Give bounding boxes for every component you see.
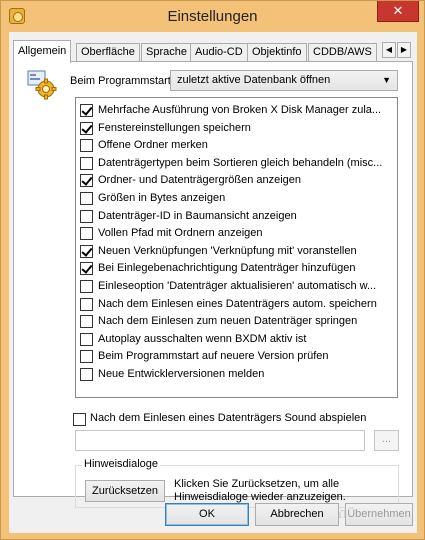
hints-group-title: Hinweisdialoge (82, 458, 160, 470)
tab-cddb-aws[interactable]: CDDB/AWS (308, 43, 377, 62)
tab-scroll-left-icon[interactable]: ◀ (382, 42, 396, 58)
option-checkbox[interactable] (80, 350, 93, 364)
settings-gear-icon (27, 70, 57, 100)
option-row[interactable]: Nach dem Einlesen zum neuen Datenträger … (80, 313, 396, 330)
option-checkbox[interactable] (80, 368, 93, 381)
tab-scroll-right-icon[interactable]: ▶ (397, 42, 411, 58)
option-row[interactable]: Größen in Bytes anzeigen (80, 190, 396, 207)
option-row[interactable]: Vollen Pfad mit Ordnern anzeigen (80, 225, 396, 242)
option-checkbox[interactable] (80, 280, 93, 293)
option-label: Fenstereinstellungen speichern (98, 121, 251, 134)
option-row[interactable]: Autoplay ausschalten wenn BXDM aktiv ist (80, 331, 396, 348)
option-checkbox[interactable] (80, 121, 93, 135)
dialog-client-area: Allgemein Oberfläche Sprache Audio-CD Ob… (9, 32, 417, 533)
ok-button[interactable]: OK (165, 503, 249, 526)
option-row[interactable]: Nach dem Einlesen eines Datenträgers aut… (80, 296, 396, 313)
option-label: Größen in Bytes anzeigen (98, 192, 226, 204)
option-checkbox[interactable] (80, 174, 93, 188)
reset-description: Klicken Sie Zurücksetzen, um alle Hinwei… (174, 478, 346, 503)
option-checkbox[interactable] (80, 227, 93, 241)
option-row[interactable]: Datenträgertypen beim Sortieren gleich b… (80, 155, 396, 172)
option-row[interactable]: Neuen Verknüpfungen 'Verknüpfung mit' vo… (80, 243, 396, 260)
option-row[interactable]: Ordner- und Datenträgergrößen anzeigen (80, 172, 396, 189)
reset-button[interactable]: Zurücksetzen (85, 480, 165, 502)
general-tab-panel: Beim Programmstart: zuletzt aktive Daten… (13, 61, 413, 521)
option-checkbox[interactable] (80, 262, 93, 276)
option-checkbox[interactable] (80, 209, 93, 223)
tab-oberflaeche[interactable]: Oberfläche (76, 43, 140, 62)
option-row[interactable]: Datenträger-ID in Baumansicht anzeigen (80, 208, 396, 225)
option-label: Datenträger-ID in Baumansicht anzeigen (98, 209, 297, 222)
startup-select[interactable]: zuletzt aktive Datenbank öffnen ▼ (170, 70, 398, 91)
option-label: Datenträgertypen beim Sortieren gleich b… (98, 156, 383, 169)
option-checkbox[interactable] (80, 139, 93, 153)
option-label: Neuen Verknüpfungen 'Verknüpfung mit' vo… (98, 244, 357, 257)
hints-groupbox: Hinweisdialoge Zurücksetzen Klicken Sie … (75, 458, 399, 508)
option-checkbox[interactable] (80, 244, 93, 258)
option-checkbox[interactable] (80, 297, 93, 311)
option-row[interactable]: Mehrfache Ausführung von Broken X Disk M… (80, 102, 396, 119)
startup-selected-value: zuletzt aktive Datenbank öffnen (177, 74, 331, 86)
option-checkbox[interactable] (80, 192, 93, 205)
settings-window: Einstellungen ✕ Allgemein Oberfläche Spr… (0, 0, 425, 540)
option-label: Nach dem Einlesen zum neuen Datenträger … (98, 315, 358, 328)
option-label: Offene Ordner merken (98, 139, 208, 152)
option-checkbox[interactable] (80, 315, 93, 329)
tab-sprache[interactable]: Sprache (141, 43, 192, 62)
option-row[interactable]: Offene Ordner merken (80, 137, 396, 154)
close-button[interactable]: ✕ (377, 1, 419, 22)
startup-label: Beim Programmstart: (70, 75, 174, 87)
apply-button[interactable]: Übernehmen (345, 503, 413, 526)
option-checkbox[interactable] (80, 156, 93, 170)
options-checklist[interactable]: Mehrfache Ausführung von Broken X Disk M… (75, 97, 398, 398)
option-label: Bei Einlegebenachrichtigung Datenträger … (98, 262, 356, 275)
tab-audio-cd[interactable]: Audio-CD (190, 43, 248, 62)
option-label: Mehrfache Ausführung von Broken X Disk M… (98, 104, 382, 116)
option-label: Autoplay ausschalten wenn BXDM aktiv ist (98, 332, 307, 345)
option-row[interactable]: Beim Programmstart auf neuere Version pr… (80, 348, 396, 365)
sound-label: Nach dem Einlesen eines Datenträgers Sou… (90, 412, 367, 424)
chevron-down-icon: ▼ (382, 75, 391, 85)
tab-strip: Allgemein Oberfläche Sprache Audio-CD Ob… (13, 40, 413, 63)
tab-allgemein[interactable]: Allgemein (13, 40, 72, 63)
option-label: Beim Programmstart auf neuere Version pr… (98, 350, 329, 363)
option-row[interactable]: Neue Entwicklerversionen melden (80, 366, 396, 383)
sound-checkbox[interactable] (73, 413, 86, 426)
title-bar[interactable]: Einstellungen ✕ (1, 1, 424, 31)
option-label: Vollen Pfad mit Ordnern anzeigen (98, 227, 263, 240)
sound-option[interactable]: Nach dem Einlesen eines Datenträgers Sou… (73, 411, 403, 428)
window-title: Einstellungen (167, 8, 258, 25)
cancel-button[interactable]: Abbrechen (255, 503, 339, 526)
option-checkbox[interactable] (80, 104, 93, 117)
option-label: Nach dem Einlesen eines Datenträgers aut… (98, 297, 377, 310)
option-checkbox[interactable] (80, 332, 93, 346)
tab-objektinfo[interactable]: Objektinfo (247, 43, 307, 62)
option-row[interactable]: Fenstereinstellungen speichern (80, 120, 396, 137)
option-row[interactable]: Einleseoption 'Datenträger aktualisieren… (80, 278, 396, 295)
option-label: Ordner- und Datenträgergrößen anzeigen (98, 174, 302, 187)
option-label: Einleseoption 'Datenträger aktualisieren… (98, 280, 377, 292)
browse-button[interactable]: ... (374, 430, 399, 451)
sound-path-input[interactable] (75, 430, 365, 451)
option-label: Neue Entwicklerversionen melden (98, 368, 265, 380)
option-row[interactable]: Bei Einlegebenachrichtigung Datenträger … (80, 260, 396, 277)
